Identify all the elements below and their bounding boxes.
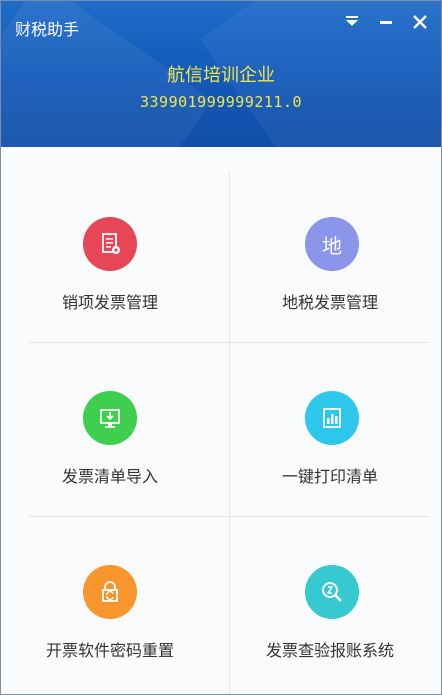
grid-divider (29, 516, 429, 517)
tax-id: 339901999999211.0 (139, 93, 303, 111)
header: 财税助手 航信培训企业 339901999999211.0 (1, 1, 441, 147)
invoice-verification-reimbursement-tile[interactable]: 发票查验报账系统 (229, 519, 429, 689)
company-name: 航信培训企业 (167, 65, 275, 86)
grid-divider (29, 342, 429, 343)
app-title: 财税助手 (15, 20, 80, 39)
password-lock-icon (83, 565, 137, 619)
tile-label: 发票清单导入 (61, 467, 158, 486)
tile-label: 销项发票管理 (61, 293, 158, 312)
close-icon[interactable] (409, 11, 431, 33)
minimize-icon[interactable] (375, 11, 397, 33)
tile-label: 地税发票管理 (281, 293, 378, 312)
local-tax-icon: 地 (305, 217, 359, 271)
sales-invoice-management-tile[interactable]: 销项发票管理 (29, 171, 229, 341)
invoice-list-import-tile[interactable]: 发票清单导入 (29, 345, 229, 515)
invoice-document-icon (83, 217, 137, 271)
tile-label: 开票软件密码重置 (45, 641, 174, 660)
verify-search-icon (305, 565, 359, 619)
tile-label: 一键打印清单 (281, 467, 378, 486)
function-grid: 销项发票管理 地 地税发票管理 发票清单导入 一键打印清单 开票软件密码重置 发… (29, 171, 429, 694)
print-list-icon (305, 391, 359, 445)
import-monitor-icon (83, 391, 137, 445)
app-window: 财税助手 航信培训企业 339901999999211.0 销项发票管理 地 地… (0, 0, 442, 695)
dropdown-menu-icon[interactable] (341, 11, 363, 33)
tile-label: 发票查验报账系统 (265, 641, 394, 660)
local-tax-invoice-management-tile[interactable]: 地 地税发票管理 (229, 171, 429, 341)
one-click-print-list-tile[interactable]: 一键打印清单 (229, 345, 429, 515)
billing-software-password-reset-tile[interactable]: 开票软件密码重置 (29, 519, 229, 689)
